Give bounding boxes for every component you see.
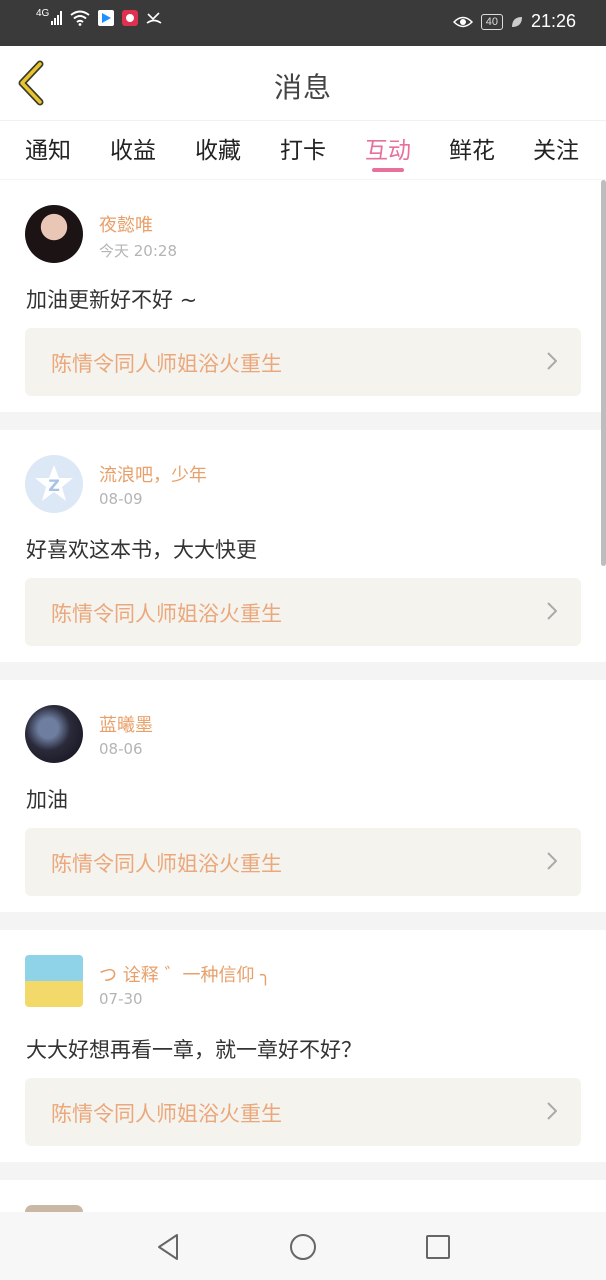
message-text: 好喜欢这本书，大大快更	[26, 538, 257, 562]
avatar[interactable]	[25, 1205, 83, 1212]
chevron-right-icon	[547, 352, 557, 370]
book-link[interactable]: 陈情令同人师姐浴火重生	[25, 578, 581, 646]
avatar[interactable]	[25, 205, 83, 263]
username[interactable]: 蓝曦墨	[99, 711, 153, 737]
tab-bar: 通知 收益 收藏 打卡 互动 鲜花 关注	[0, 120, 606, 179]
book-title: 陈情令同人师姐浴火重生	[51, 1102, 282, 1126]
signal-bars-icon	[51, 11, 63, 25]
tab-following[interactable]: 关注	[533, 131, 579, 165]
message-card[interactable]: つ 诠释 ゛一种信仰 ╮ 07-30 大大好想再看一章，就一章好不好？ 陈情令同…	[0, 930, 606, 1162]
page-title: 消息	[273, 71, 332, 104]
message-card[interactable]: 蓝曦墨 08-06 加油 陈情令同人师姐浴火重生	[0, 680, 606, 912]
tab-earnings[interactable]: 收益	[110, 131, 156, 165]
active-tab-indicator	[372, 168, 404, 172]
message-text: 加油更新好不好 ~	[26, 288, 198, 312]
tab-checkin[interactable]: 打卡	[280, 131, 326, 165]
default-avatar-icon: Z	[35, 465, 73, 501]
book-link[interactable]: 陈情令同人师姐浴火重生	[25, 1078, 581, 1146]
message-card[interactable]: Z 流浪吧，少年 08-09 好喜欢这本书，大大快更 陈情令同人师姐浴火重生	[0, 430, 606, 662]
app-notification-icon	[122, 10, 139, 26]
status-bar: 4G 40 21:26	[0, 0, 606, 46]
book-title: 陈情令同人师姐浴火重生	[51, 852, 282, 876]
message-time: 今天 20:28	[99, 242, 177, 260]
username[interactable]: つ 诠释 ゛一种信仰 ╮	[99, 961, 271, 987]
username[interactable]: 夜懿唯	[99, 211, 153, 237]
message-card[interactable]: 夜懿唯 今天 20:28 加油更新好不好 ~ 陈情令同人师姐浴火重生	[0, 180, 606, 412]
avatar[interactable]	[25, 705, 83, 763]
tab-favorites[interactable]: 收藏	[195, 131, 241, 165]
book-title: 陈情令同人师姐浴火重生	[51, 602, 282, 626]
wifi-icon	[70, 10, 90, 26]
header-bar: 消息	[0, 46, 606, 120]
username[interactable]: 流浪吧，少年	[99, 461, 207, 487]
message-time: 07-30	[99, 990, 143, 1008]
tab-notifications[interactable]: 通知	[25, 131, 71, 165]
message-time: 08-06	[99, 740, 143, 758]
chevron-right-icon	[547, 602, 557, 620]
book-title: 陈情令同人师姐浴火重生	[51, 352, 282, 376]
message-time: 08-09	[99, 490, 143, 508]
message-text: 大大好想再看一章，就一章好不好？	[26, 1038, 362, 1062]
tab-flowers[interactable]: 鲜花	[449, 131, 495, 165]
message-card[interactable]	[0, 1180, 606, 1212]
book-link[interactable]: 陈情令同人师姐浴火重生	[25, 328, 581, 396]
book-link[interactable]: 陈情令同人师姐浴火重生	[25, 828, 581, 896]
missed-call-icon	[146, 12, 162, 24]
svg-text:Z: Z	[48, 476, 60, 495]
battery-icon: 40	[480, 13, 503, 30]
eye-comfort-icon	[452, 16, 473, 27]
video-app-icon	[98, 10, 115, 26]
message-text: 加油	[26, 788, 68, 812]
network-type: 4G	[36, 8, 50, 19]
avatar[interactable]	[25, 955, 83, 1007]
clock: 21:26	[530, 11, 576, 31]
back-triangle-icon[interactable]	[153, 1232, 183, 1262]
chevron-right-icon	[547, 1102, 557, 1120]
recents-square-icon[interactable]	[423, 1232, 453, 1262]
chevron-right-icon	[547, 852, 557, 870]
system-nav-bar	[0, 1212, 606, 1280]
avatar[interactable]: Z	[25, 455, 83, 513]
tab-interaction[interactable]: 互动	[365, 131, 411, 165]
signal-indicator: 4G	[36, 8, 63, 25]
power-saving-icon	[511, 16, 522, 27]
home-circle-icon[interactable]	[288, 1232, 318, 1262]
scrollbar[interactable]	[601, 180, 606, 566]
